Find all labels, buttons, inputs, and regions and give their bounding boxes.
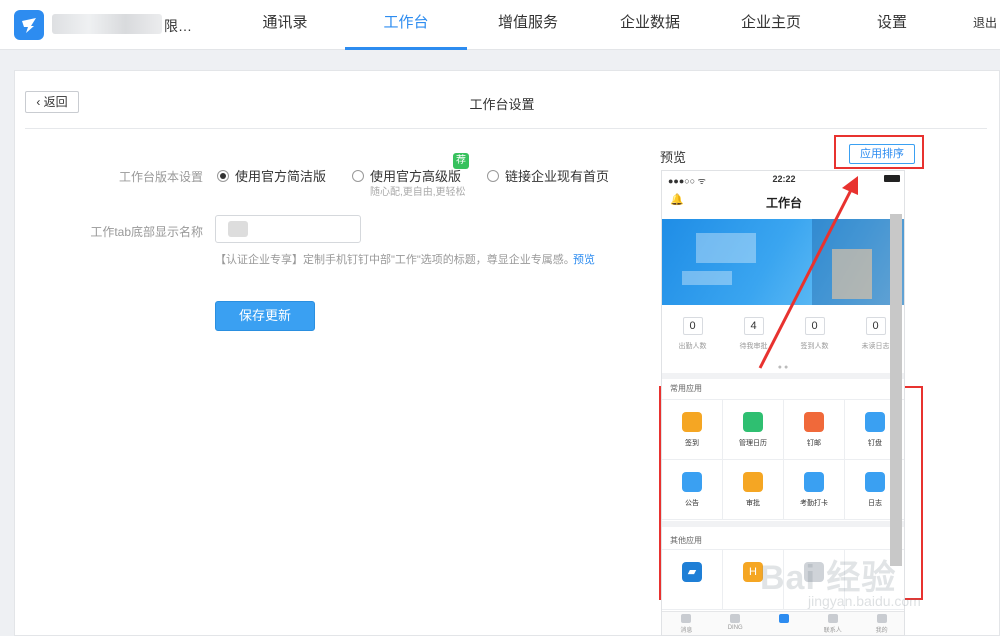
radio-link-existing-homepage[interactable]: 链接企业现有首页	[487, 166, 609, 185]
app-cell[interactable]: 签到	[662, 400, 723, 460]
tab-name-label: 工作tab底部显示名称	[90, 225, 203, 239]
app-cell[interactable]: 考勤打卡	[784, 460, 845, 520]
phone-header: 🔔 工作台	[662, 187, 904, 215]
nav-contacts[interactable]: 通讯录	[246, 0, 324, 50]
banner-mosaic	[832, 249, 872, 299]
preview-label: 预览	[660, 150, 687, 165]
nav-value-added-services[interactable]: 增值服务	[486, 0, 570, 50]
banner-mosaic	[682, 271, 732, 285]
edit-icon	[865, 472, 885, 492]
company-name-text: 限…	[164, 18, 192, 34]
section-separator	[662, 373, 904, 379]
phone-tab-bar: 消息 DING 联系人 我的	[662, 611, 904, 635]
nav-settings[interactable]: 设置	[862, 0, 922, 50]
nav-enterprise-data[interactable]: 企业数据	[608, 0, 692, 50]
app-name: 审批	[746, 500, 760, 507]
radio-link-existing-label: 链接企业现有首页	[505, 169, 610, 184]
tab-ding[interactable]: DING	[711, 612, 760, 635]
tab-workbench[interactable]	[760, 612, 809, 635]
baidu-watermark: Bai 经验	[760, 559, 897, 597]
app-name: 公告	[685, 500, 699, 507]
common-apps-grid: 签到 管理日历 钉邮 钉盘 公告 审批 考勤打卡 日志	[662, 399, 904, 520]
company-name: 限…	[52, 14, 192, 34]
app-cell[interactable]: 钉邮	[784, 400, 845, 460]
banner-image	[662, 219, 904, 305]
radio-simple-version[interactable]: 使用官方简洁版	[217, 166, 326, 185]
app-cell[interactable]: 管理日历	[723, 400, 784, 460]
status-time: 22:22	[772, 174, 796, 184]
app-cell[interactable]: 公告	[662, 460, 723, 520]
logout-link[interactable]: 退出	[970, 0, 1000, 50]
radio-dot-checked	[217, 169, 229, 182]
stat-label: 出勤人数	[678, 343, 707, 350]
contacts-icon	[827, 614, 838, 623]
stat-value: 0	[682, 317, 703, 335]
header-divider	[25, 128, 987, 129]
stat-value: 0	[865, 317, 886, 335]
banner-mosaic	[696, 233, 756, 263]
nav-workbench[interactable]: 工作台	[345, 0, 467, 50]
tab-label: 联系人	[823, 628, 842, 634]
radio-simple-version-label: 使用官方简洁版	[235, 169, 327, 184]
common-apps-label: 常用应用	[670, 384, 702, 393]
app-cell[interactable]: 审批	[723, 460, 784, 520]
stat-value: 4	[743, 317, 764, 335]
app-name: 管理日历	[739, 440, 767, 447]
tab-label: 消息	[680, 628, 693, 634]
tab-contacts[interactable]: 联系人	[808, 612, 857, 635]
other-apps-label: 其他应用	[670, 536, 702, 545]
tab-me[interactable]: 我的	[857, 612, 904, 635]
battery-icon	[884, 175, 900, 182]
stamp-icon	[743, 472, 763, 492]
mail-icon	[804, 412, 824, 432]
stat-value: 0	[804, 317, 825, 335]
speaker-icon	[682, 472, 702, 492]
dingtalk-logo-icon[interactable]	[14, 10, 44, 40]
stat-label: 签到人数	[800, 343, 829, 350]
pin-icon	[682, 412, 702, 432]
stat-attendance[interactable]: 0 出勤人数	[662, 305, 723, 363]
company-name-mask	[52, 14, 162, 34]
phone-title: 工作台	[765, 196, 802, 210]
top-navigation: 限… 通讯录 工作台 增值服务 企业数据 企业主页 设置 退出	[0, 0, 1000, 50]
stat-label: 待我审批	[739, 343, 768, 350]
radio-dot	[487, 169, 499, 182]
version-setting-label: 工作台版本设置	[118, 170, 203, 184]
tab-messages[interactable]: 消息	[662, 612, 711, 635]
carousel-dots: ●●	[777, 364, 791, 371]
preview-scrollbar[interactable]	[890, 214, 902, 566]
location-icon	[804, 472, 824, 492]
user-icon	[876, 614, 887, 623]
radio-dot	[352, 169, 364, 182]
grid-icon	[778, 614, 789, 623]
message-icon	[681, 614, 692, 623]
tab-name-hint: 【认证企业专享】定制手机钉钉中部"工作"选项的标题，尊显企业专属感。	[215, 254, 575, 266]
recommend-badge: 荐	[453, 153, 469, 169]
tab-name-input[interactable]	[215, 215, 361, 243]
save-update-button[interactable]: 保存更新	[215, 301, 315, 331]
app-name: 签到	[685, 440, 699, 447]
baidu-watermark-url: jingyan.baidu.com	[808, 593, 921, 609]
app-name: 考勤打卡	[800, 500, 828, 507]
app-cell[interactable]: ▰	[662, 550, 723, 610]
app-name: 钉邮	[807, 440, 821, 447]
tab-name-value-mask	[228, 221, 248, 237]
status-bar: ●●●○○ ᯤ 22:22	[662, 171, 904, 187]
nav-enterprise-homepage[interactable]: 企业主页	[729, 0, 813, 50]
preview-link[interactable]: 预览	[573, 251, 595, 267]
advanced-version-hint: 随心配,更自由,更轻松	[370, 187, 466, 198]
page-title: 工作台设置	[469, 97, 535, 112]
section-separator	[662, 521, 904, 527]
cloud-icon	[865, 412, 885, 432]
ding-icon	[730, 614, 741, 623]
app-icon: ▰	[682, 562, 702, 582]
stats-row: 0 出勤人数 4 待我审批 0 签到人数 0 未读日志	[662, 305, 904, 363]
stat-pending-approval[interactable]: 4 待我审批	[723, 305, 784, 363]
calendar-icon	[743, 412, 763, 432]
stat-check-in[interactable]: 0 签到人数	[784, 305, 845, 363]
sort-button-highlight	[834, 135, 924, 169]
tab-label: DING	[727, 625, 743, 631]
tab-label: 我的	[875, 628, 888, 634]
